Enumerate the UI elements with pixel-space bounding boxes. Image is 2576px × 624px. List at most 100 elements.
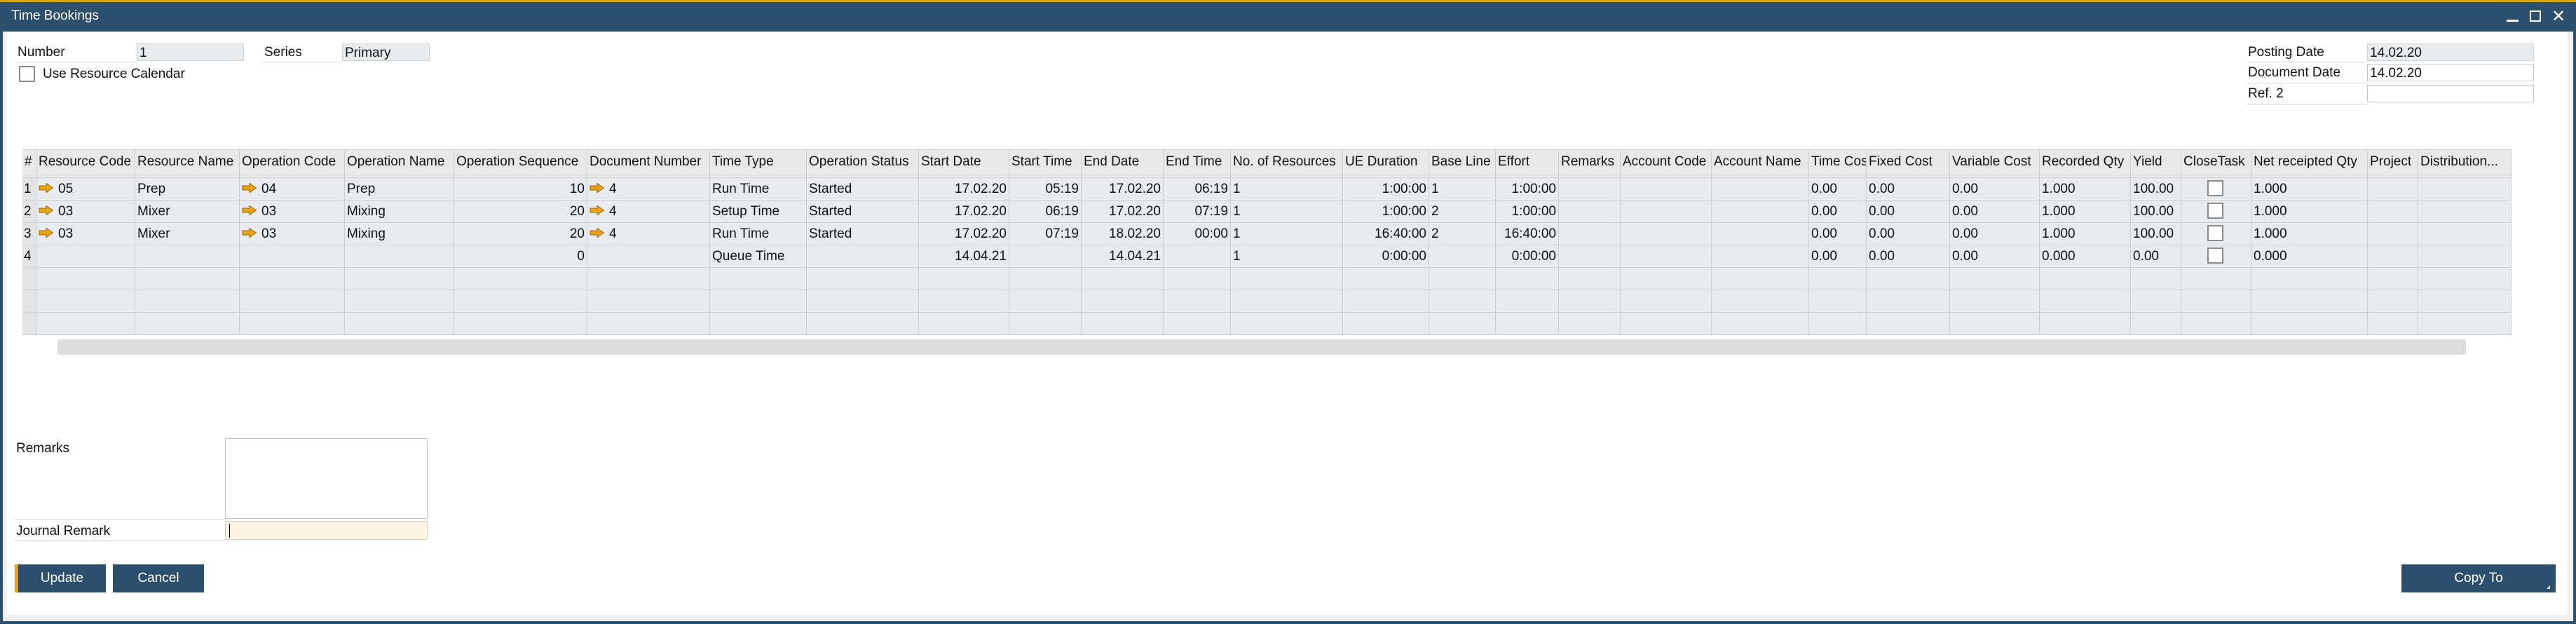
cell-fixed-cost[interactable]: 0.00 <box>1867 201 1950 223</box>
cell-ue-duration[interactable]: 1:00:00 <box>1343 201 1429 223</box>
empty-table-row[interactable] <box>22 290 2512 313</box>
cell-yield[interactable]: 0.00 <box>2131 245 2181 268</box>
cell-remarks[interactable] <box>1559 245 1621 268</box>
cell-end-time[interactable] <box>1164 313 1231 335</box>
cell-operation-code[interactable] <box>240 290 345 313</box>
cell-remarks[interactable] <box>1559 268 1621 290</box>
cell-operation-code[interactable]: 04 <box>240 178 345 201</box>
cell-project[interactable] <box>2368 178 2418 201</box>
cell-account-code[interactable] <box>1621 313 1712 335</box>
cell-project[interactable] <box>2368 268 2418 290</box>
cell-account-name[interactable] <box>1712 268 1809 290</box>
cell-distribution[interactable] <box>2418 178 2512 201</box>
column-header-ue-duration[interactable]: UE Duration <box>1343 150 1429 178</box>
column-header-account-name[interactable]: Account Name <box>1712 150 1809 178</box>
cell-account-code[interactable] <box>1621 178 1712 201</box>
cell-recorded-qty[interactable]: 1.000 <box>2040 201 2131 223</box>
cell-effort[interactable]: 1:00:00 <box>1496 178 1559 201</box>
cell-operation-name[interactable]: Prep <box>345 178 454 201</box>
cell-end-time[interactable] <box>1164 268 1231 290</box>
link-arrow-icon[interactable] <box>242 182 257 193</box>
cell-remarks[interactable] <box>1559 290 1621 313</box>
empty-table-row[interactable] <box>22 313 2512 335</box>
cell-ue-duration[interactable]: 1:00:00 <box>1343 178 1429 201</box>
cell-time-cost[interactable]: 0.00 <box>1809 245 1867 268</box>
cell-net-receipted-qty[interactable]: 1.000 <box>2251 223 2368 245</box>
cell-net-receipted-qty[interactable] <box>2251 268 2368 290</box>
cell-operation-status[interactable] <box>807 245 919 268</box>
cell-end-date[interactable]: 17.02.20 <box>1082 178 1164 201</box>
cell-account-code[interactable] <box>1621 223 1712 245</box>
cell-end-time[interactable]: 07:19 <box>1164 201 1231 223</box>
close-task-checkbox[interactable] <box>2207 179 2223 196</box>
use-resource-calendar-label[interactable]: Use Resource Calendar <box>43 66 185 83</box>
cell-operation-status[interactable]: Started <box>807 178 919 201</box>
cell-resource-code[interactable]: 05 <box>36 178 135 201</box>
cell-operation-sequence[interactable] <box>454 313 587 335</box>
cell-close-task[interactable] <box>2181 245 2251 268</box>
cell-start-date[interactable]: 17.02.20 <box>919 178 1009 201</box>
cell-fixed-cost[interactable]: 0.00 <box>1867 245 1950 268</box>
cell-resource-code[interactable]: 03 <box>36 223 135 245</box>
close-task-checkbox[interactable] <box>2207 247 2223 264</box>
cell-operation-status[interactable]: Started <box>807 201 919 223</box>
cell-ue-duration[interactable]: 16:40:00 <box>1343 223 1429 245</box>
cell-net-receipted-qty[interactable] <box>2251 290 2368 313</box>
column-header-operation-name[interactable]: Operation Name <box>345 150 454 178</box>
column-header-end-time[interactable]: End Time <box>1164 150 1231 178</box>
cell-resource-code[interactable]: 03 <box>36 201 135 223</box>
cell-project[interactable] <box>2368 245 2418 268</box>
cell-time-cost[interactable]: 0.00 <box>1809 201 1867 223</box>
cell-account-name[interactable] <box>1712 223 1809 245</box>
cell-distribution[interactable] <box>2418 201 2512 223</box>
cell-variable-cost[interactable] <box>1950 313 2040 335</box>
cell-project[interactable] <box>2368 290 2418 313</box>
cell-resource-code[interactable] <box>36 290 135 313</box>
column-header-end-date[interactable]: End Date <box>1082 150 1164 178</box>
cell-resource-name[interactable] <box>135 313 240 335</box>
cell-time-cost[interactable]: 0.00 <box>1809 223 1867 245</box>
cell-start-time[interactable] <box>1009 268 1082 290</box>
cell-account-code[interactable] <box>1621 290 1712 313</box>
cell-start-date[interactable]: 17.02.20 <box>919 201 1009 223</box>
cell-time-cost[interactable] <box>1809 290 1867 313</box>
column-header-fixed-cost[interactable]: Fixed Cost <box>1867 150 1950 178</box>
column-header-num[interactable]: # <box>22 150 36 178</box>
cell-effort[interactable] <box>1496 268 1559 290</box>
cell-no-of-resources[interactable]: 1 <box>1231 223 1343 245</box>
column-header-effort[interactable]: Effort <box>1496 150 1559 178</box>
column-header-time-type[interactable]: Time Type <box>710 150 807 178</box>
cell-start-time[interactable] <box>1009 290 1082 313</box>
title-bar[interactable]: Time Bookings ✕ <box>0 2 2576 32</box>
cell-variable-cost[interactable] <box>1950 290 2040 313</box>
cell-recorded-qty[interactable] <box>2040 313 2131 335</box>
column-header-remarks[interactable]: Remarks <box>1559 150 1621 178</box>
table-row[interactable]: 2 03 Mixer 03 Mixing 20 4 Setup Time Started 17.0… <box>22 201 2512 223</box>
cell-no-of-resources[interactable]: 1 <box>1231 245 1343 268</box>
journal-remark-input[interactable] <box>225 521 428 540</box>
cell-operation-name[interactable] <box>345 245 454 268</box>
cell-time-type[interactable] <box>710 290 807 313</box>
cell-operation-code[interactable] <box>240 268 345 290</box>
use-resource-calendar-checkbox[interactable] <box>19 66 35 82</box>
close-task-checkbox[interactable] <box>2207 202 2223 219</box>
document-date-field[interactable]: 14.02.20 <box>2367 64 2534 81</box>
cell-ue-duration[interactable] <box>1343 290 1429 313</box>
link-arrow-icon[interactable] <box>39 227 54 238</box>
empty-table-row[interactable] <box>22 268 2512 290</box>
column-header-resource-name[interactable]: Resource Name <box>135 150 240 178</box>
cell-yield[interactable] <box>2131 290 2181 313</box>
cell-operation-code[interactable]: 03 <box>240 223 345 245</box>
cell-time-cost[interactable] <box>1809 268 1867 290</box>
cell-net-receipted-qty[interactable]: 1.000 <box>2251 178 2368 201</box>
cell-project[interactable] <box>2368 201 2418 223</box>
cell-net-receipted-qty[interactable]: 1.000 <box>2251 201 2368 223</box>
posting-date-field[interactable]: 14.02.20 <box>2367 43 2534 61</box>
cell-remarks[interactable] <box>1559 313 1621 335</box>
link-arrow-icon[interactable] <box>242 205 257 215</box>
cell-time-type[interactable]: Setup Time <box>710 201 807 223</box>
cell-resource-name[interactable]: Prep <box>135 178 240 201</box>
cell-end-date[interactable]: 14.04.21 <box>1082 245 1164 268</box>
cell-fixed-cost[interactable] <box>1867 268 1950 290</box>
cell-start-time[interactable]: 06:19 <box>1009 201 1082 223</box>
